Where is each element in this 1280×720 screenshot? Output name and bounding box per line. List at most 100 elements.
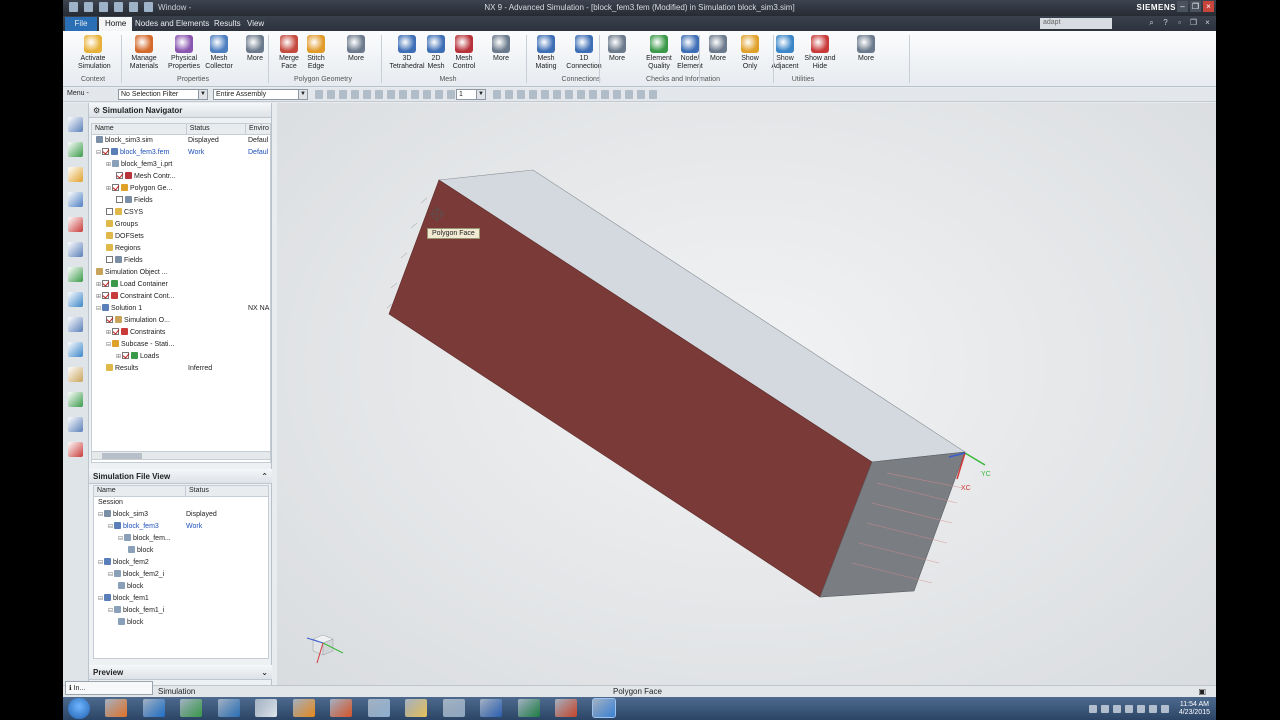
- start-button[interactable]: [68, 698, 90, 719]
- select-icon[interactable]: [423, 90, 431, 99]
- tab-home[interactable]: Home: [99, 17, 133, 31]
- visibility-checkbox[interactable]: [112, 328, 119, 335]
- tree-row[interactable]: ⊞ Load Container: [92, 279, 270, 291]
- constraint-navigator-icon[interactable]: [68, 167, 83, 182]
- view-icon[interactable]: [577, 90, 585, 99]
- stop-icon[interactable]: [1112, 704, 1121, 713]
- tree-row[interactable]: Groups: [92, 219, 270, 231]
- select-icon[interactable]: [435, 90, 443, 99]
- app-blue-taskbar-icon[interactable]: [217, 699, 240, 717]
- selection-filter-dropdown[interactable]: No Selection Filter ▼: [118, 89, 208, 100]
- tree-row[interactable]: DOFSets: [92, 231, 270, 243]
- 2d-mesh-button[interactable]: 2D Mesh: [423, 35, 449, 71]
- select-icon[interactable]: [447, 90, 455, 99]
- select-icon[interactable]: [327, 90, 335, 99]
- more-button[interactable]: More: [245, 35, 265, 63]
- assembly-scope-dropdown[interactable]: Entire Assembly ▼: [213, 89, 308, 100]
- system-scenes-icon[interactable]: [68, 267, 83, 282]
- visibility-checkbox[interactable]: [122, 352, 129, 359]
- view-triad[interactable]: [306, 634, 344, 664]
- tab-file[interactable]: File: [65, 17, 97, 31]
- tree-row[interactable]: Mesh Contr...: [92, 171, 270, 183]
- more-button[interactable]: More: [491, 35, 511, 63]
- word-taskbar-icon[interactable]: [480, 699, 502, 717]
- view-icon[interactable]: [517, 90, 525, 99]
- tree-row[interactable]: Simulation O...: [92, 315, 270, 327]
- visibility-checkbox[interactable]: [116, 196, 123, 203]
- select-icon[interactable]: [375, 90, 383, 99]
- view-icon[interactable]: [493, 90, 501, 99]
- stitch-edge-button[interactable]: Stitch Edge: [304, 35, 328, 71]
- process-studio-icon[interactable]: [68, 392, 83, 407]
- record-icon[interactable]: [1124, 704, 1133, 713]
- simulation-navigator-header[interactable]: ⚙ Simulation Navigator: [89, 103, 271, 118]
- hd3d-tools-icon[interactable]: [68, 367, 83, 382]
- matlab-taskbar-icon[interactable]: [330, 699, 352, 717]
- column-header-status[interactable]: Status: [186, 486, 268, 496]
- show-only-button[interactable]: Show Only: [739, 35, 761, 71]
- qlik-taskbar-icon[interactable]: [180, 699, 202, 717]
- excel-taskbar-icon[interactable]: [517, 699, 540, 717]
- show-and-hide-button[interactable]: Show and Hide: [803, 35, 837, 71]
- tree-row[interactable]: Fields: [92, 255, 270, 267]
- history-icon[interactable]: [68, 242, 83, 257]
- more-button[interactable]: More: [856, 35, 876, 63]
- simulation-file-view-tree[interactable]: Name Status Session ⊟ block_sim3 Displayed ⊟…: [93, 485, 269, 659]
- tree-row[interactable]: Simulation Object ...: [92, 267, 270, 279]
- menu-button[interactable]: Menu -: [67, 90, 89, 97]
- tree-row[interactable]: ⊟ block_sim3 Displayed: [94, 509, 268, 521]
- select-icon[interactable]: [399, 90, 407, 99]
- view-icon[interactable]: [649, 90, 657, 99]
- tree-row[interactable]: ⊟ block_fem...: [94, 533, 268, 545]
- tree-row[interactable]: ⊟ block_fem2: [94, 557, 268, 569]
- graphics-window[interactable]: YC XC Polygon Face: [277, 103, 1216, 685]
- visibility-checkbox[interactable]: [106, 256, 113, 263]
- activate-simulation-button[interactable]: Activate Simulation: [78, 35, 111, 71]
- tree-row[interactable]: ⊟ block_fem2_i: [94, 569, 268, 581]
- view-icon[interactable]: [589, 90, 597, 99]
- volume-icon[interactable]: [1148, 704, 1157, 713]
- tree-row[interactable]: CSYS: [92, 207, 270, 219]
- minimized-panel[interactable]: ℹ In...: [65, 681, 153, 695]
- 1d-connection-button[interactable]: 1D Connection: [566, 35, 602, 71]
- tab-view[interactable]: View: [241, 17, 270, 31]
- mesh-mating-button[interactable]: Mesh Mating: [531, 35, 561, 71]
- tree-row[interactable]: ⊞ Constraint Cont...: [92, 291, 270, 303]
- tab-nodes-and-elements[interactable]: Nodes and Elements: [129, 17, 215, 31]
- visibility-checkbox[interactable]: [112, 184, 119, 191]
- select-icon[interactable]: [315, 90, 323, 99]
- manufacturing-wizards-icon[interactable]: [68, 417, 83, 432]
- column-header-name[interactable]: Name: [92, 124, 187, 134]
- folder-taskbar-icon[interactable]: [405, 699, 427, 717]
- tree-row[interactable]: ⊟ Solution 1 NX NA: [92, 303, 270, 315]
- web-browser-icon[interactable]: [68, 292, 83, 307]
- mesh-control-button[interactable]: Mesh Control: [451, 35, 477, 71]
- physical-properties-button[interactable]: Physical Properties: [166, 35, 202, 71]
- select-icon[interactable]: [351, 90, 359, 99]
- tree-row[interactable]: ⊟ Subcase - Stati...: [92, 339, 270, 351]
- visibility-checkbox[interactable]: [116, 172, 123, 179]
- simulation-navigator-icon[interactable]: [68, 192, 83, 207]
- firefox-taskbar-icon[interactable]: [105, 699, 127, 717]
- layer-dropdown[interactable]: 1 ▼: [456, 89, 486, 100]
- more-button[interactable]: More: [346, 35, 366, 63]
- more-button[interactable]: More: [607, 35, 627, 63]
- tree-row[interactable]: ⊟ block_fem1_i: [94, 605, 268, 617]
- report-icon[interactable]: [68, 442, 83, 457]
- view-icon[interactable]: [601, 90, 609, 99]
- 3d-tetrahedral-button[interactable]: 3D Tetrahedral: [387, 35, 427, 71]
- writer-taskbar-icon[interactable]: [255, 699, 277, 717]
- tree-row[interactable]: Results Inferred: [92, 363, 270, 375]
- node-element-button[interactable]: Node/ Element: [675, 35, 705, 71]
- restore-icon[interactable]: ❐: [1189, 18, 1198, 28]
- clock[interactable]: 11:54 AM 4/23/2015: [1179, 701, 1210, 717]
- network-icon[interactable]: [1136, 704, 1145, 713]
- part-navigator-icon[interactable]: [68, 117, 83, 132]
- tree-row[interactable]: ⊞ Loads: [92, 351, 270, 363]
- mesh-collector-button[interactable]: Mesh Collector: [204, 35, 234, 71]
- select-icon[interactable]: [387, 90, 395, 99]
- view-icon[interactable]: [637, 90, 645, 99]
- chevron-up-icon[interactable]: ⌃: [261, 472, 268, 481]
- tree-row[interactable]: ⊟ block_fem1: [94, 593, 268, 605]
- tree-row[interactable]: Session: [94, 497, 268, 509]
